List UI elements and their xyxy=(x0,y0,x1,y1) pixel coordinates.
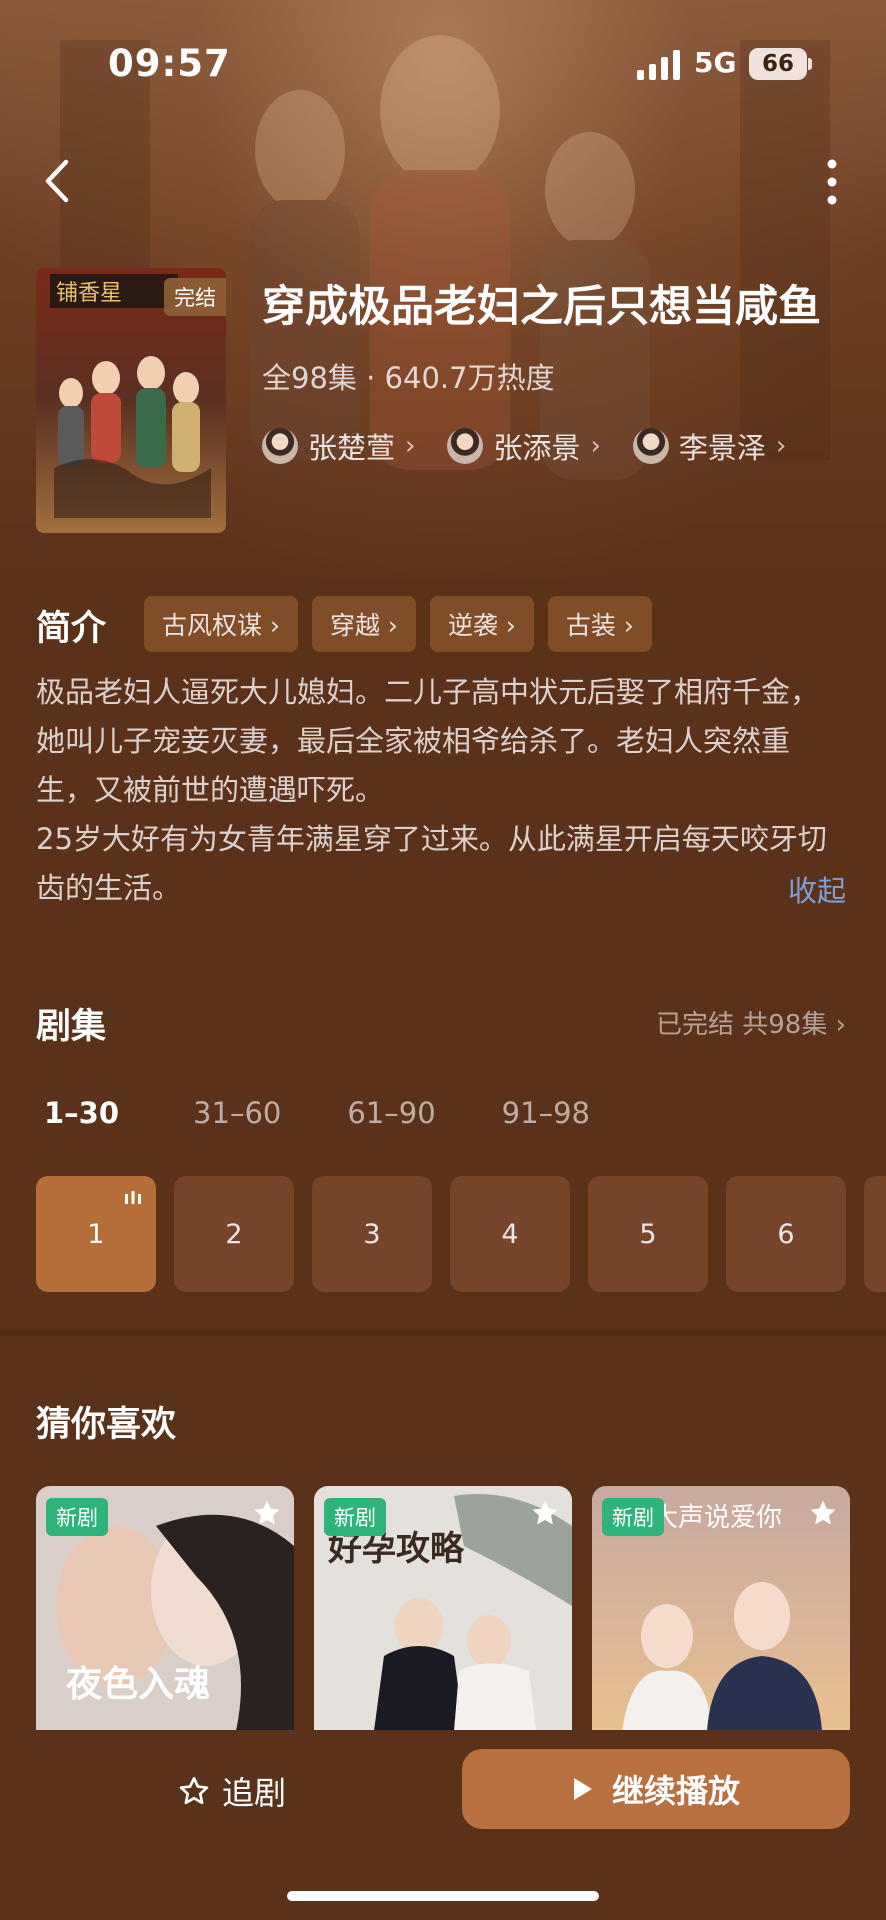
recommend-card[interactable]: 好孕攻略 新剧 xyxy=(314,1486,572,1731)
episode-button[interactable]: 6 xyxy=(726,1176,846,1292)
continue-play-button[interactable]: 继续播放 xyxy=(462,1749,850,1829)
tag-list: 古风权谋 › 穿越 › 逆袭 › 古装 › xyxy=(144,596,652,652)
tag-label: 古风权谋 xyxy=(162,611,263,640)
cast-name: 张添景 xyxy=(493,431,581,465)
intro-heading: 简介 xyxy=(36,609,107,649)
play-icon xyxy=(573,1778,592,1800)
episode-range-tabs: 1–30 31–60 61–90 91–98 xyxy=(44,1096,656,1130)
genre-tag[interactable]: 古装 › xyxy=(547,596,652,652)
battery-icon: 66 xyxy=(749,48,807,80)
synopsis: 极品老妇人逼死大儿媳妇。二儿子高中状元后娶了相府千金，她叫儿子宠妾灭妻，最后全家… xyxy=(36,668,836,913)
drama-poster[interactable]: 铺香星 完结 xyxy=(36,268,226,533)
cast-name: 李景泽 xyxy=(678,431,766,465)
cast-name: 张楚萱 xyxy=(308,431,396,465)
new-badge: 新剧 xyxy=(602,1498,664,1536)
playing-indicator-icon xyxy=(125,1191,141,1204)
tab-range[interactable]: 91–98 xyxy=(502,1096,590,1130)
new-badge: 新剧 xyxy=(324,1498,386,1536)
collapse-link[interactable]: 收起 xyxy=(788,868,846,910)
tag-label: 穿越 xyxy=(329,611,380,640)
episode-number: 3 xyxy=(363,1218,381,1250)
cast-item[interactable]: 李景泽 › xyxy=(632,425,787,467)
cast-list: 张楚萱 › 张添景 › 李景泽 › xyxy=(262,425,786,467)
episodes-status-link[interactable]: 已完结 共98集 › xyxy=(656,1004,846,1041)
home-indicator[interactable] xyxy=(287,1891,599,1901)
status-time: 09:57 xyxy=(108,42,231,85)
cast-avatar xyxy=(632,428,669,464)
drama-meta: 全98集 · 640.7万热度 xyxy=(262,361,555,395)
episode-button[interactable]: 2 xyxy=(174,1176,294,1292)
cast-item[interactable]: 张楚萱 › xyxy=(262,425,415,467)
star-icon[interactable] xyxy=(530,1498,560,1528)
cast-item[interactable]: 张添景 › xyxy=(447,425,601,467)
synopsis-paragraph: 25岁大好有为女青年满星穿了过来。从此满星开启每天咬牙切齿的生活。 xyxy=(36,822,827,905)
episode-number: 2 xyxy=(225,1218,243,1250)
tag-label: 逆袭 xyxy=(447,611,498,640)
star-icon[interactable] xyxy=(808,1498,838,1528)
new-badge: 新剧 xyxy=(46,1498,108,1536)
star-outline-icon xyxy=(179,1777,209,1805)
follow-label: 追剧 xyxy=(222,1774,287,1812)
chevron-right-icon: › xyxy=(590,431,601,461)
episode-button[interactable]: 3 xyxy=(312,1176,432,1292)
recommend-list: 夜色入魂 新剧 好孕攻略 新剧 只想大声说爱你 新剧 xyxy=(36,1486,850,1731)
cast-avatar xyxy=(262,428,298,464)
signal-icon xyxy=(637,50,680,80)
episode-button[interactable]: 5 xyxy=(588,1176,708,1292)
star-icon[interactable] xyxy=(252,1498,282,1528)
chevron-right-icon: › xyxy=(775,431,787,461)
back-chevron-icon[interactable] xyxy=(40,158,74,204)
episode-button[interactable]: 4 xyxy=(450,1176,570,1292)
genre-tag[interactable]: 古风权谋 › xyxy=(144,596,298,652)
network-type: 5G xyxy=(694,46,737,79)
episode-button[interactable]: 1 xyxy=(36,1176,156,1292)
completed-badge: 完结 xyxy=(164,278,226,316)
cast-avatar xyxy=(447,428,484,464)
genre-tag[interactable]: 逆袭 › xyxy=(429,596,534,652)
more-vertical-icon[interactable] xyxy=(822,158,842,206)
play-label: 继续播放 xyxy=(611,1772,740,1810)
chevron-right-icon: › xyxy=(405,431,416,461)
cover-title-text: 夜色入魂 xyxy=(65,1664,210,1705)
episode-number: 4 xyxy=(501,1218,519,1250)
recommend-card[interactable]: 夜色入魂 新剧 xyxy=(36,1486,294,1731)
drama-title: 穿成极品老妇之后只想当咸鱼 xyxy=(262,282,821,332)
episode-number: 5 xyxy=(639,1218,657,1250)
episodes-heading: 剧集 xyxy=(36,1007,107,1047)
tag-label: 古装 xyxy=(565,611,616,640)
synopsis-paragraph: 极品老妇人逼死大儿媳妇。二儿子高中状元后娶了相府千金，她叫儿子宠妾灭妻，最后全家… xyxy=(36,675,820,807)
battery-tip xyxy=(808,58,812,70)
episode-number: 6 xyxy=(777,1218,795,1250)
recommend-heading: 猜你喜欢 xyxy=(36,1405,177,1445)
follow-button[interactable]: 追剧 xyxy=(178,1768,286,1814)
episode-number: 1 xyxy=(87,1218,105,1250)
episode-button-partial[interactable] xyxy=(864,1176,886,1292)
tab-range[interactable]: 61–90 xyxy=(347,1096,435,1130)
recommend-card[interactable]: 只想大声说爱你 新剧 xyxy=(592,1486,850,1731)
section-divider xyxy=(0,1330,886,1336)
genre-tag[interactable]: 穿越 › xyxy=(311,596,416,652)
battery-level: 66 xyxy=(761,51,794,77)
tab-range[interactable]: 31–60 xyxy=(193,1096,281,1130)
tab-range[interactable]: 1–30 xyxy=(44,1096,119,1130)
episode-grid: 1 2 3 4 5 6 xyxy=(36,1176,886,1292)
episodes-status: 已完结 共98集 xyxy=(655,1010,828,1040)
poster-sign-text: 铺香星 xyxy=(56,281,122,306)
